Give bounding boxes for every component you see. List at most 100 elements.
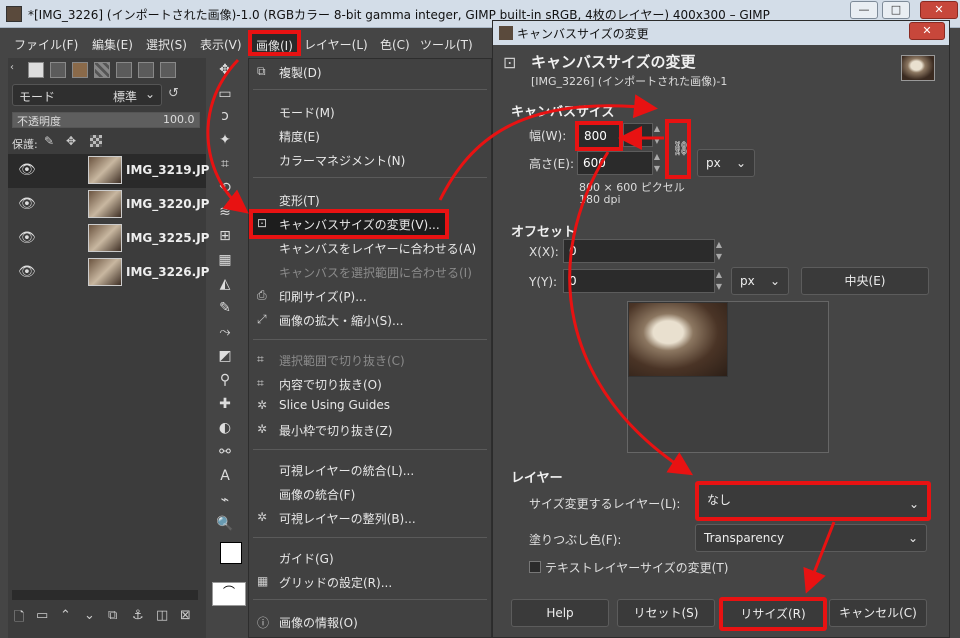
- menu-item-slice-using-guides[interactable]: ✲ Slice Using Guides: [249, 395, 491, 417]
- mode-selector[interactable]: モード 標準 ⌄: [12, 84, 162, 106]
- menu-item-canvas-size[interactable]: ⊡ キャンバスサイズの変更(V)...: [249, 209, 449, 239]
- path-tool-icon[interactable]: ⚯: [216, 444, 234, 460]
- dodge-tool-icon[interactable]: ◐: [216, 420, 234, 436]
- crop-tool-icon[interactable]: ⌗: [216, 156, 234, 172]
- layers-tab-icon[interactable]: [28, 62, 44, 78]
- menu-item-scale-image[interactable]: ⤢ 画像の拡大・縮小(S)...: [249, 309, 491, 331]
- paintbrush-tool-icon[interactable]: ✎: [216, 300, 234, 316]
- menu-item-image-properties[interactable]: ⓘ 画像の情報(O): [249, 611, 491, 633]
- undo-history-tab-icon[interactable]: [116, 62, 132, 78]
- menu-layer[interactable]: レイヤー(L): [304, 36, 368, 53]
- menu-item-fit-canvas-to-layers[interactable]: キャンバスをレイヤーに合わせる(A): [249, 237, 491, 259]
- layers-scrollbar[interactable]: [12, 590, 198, 600]
- rect-select-tool-icon[interactable]: ▭: [216, 86, 234, 102]
- lasso-tool-icon[interactable]: ↄ: [216, 108, 234, 124]
- images-tab-icon[interactable]: [72, 62, 88, 78]
- height-spinner[interactable]: ▲ ▼: [651, 151, 663, 175]
- layer-row[interactable]: 👁 IMG_3226.JPG: [8, 256, 219, 290]
- blend-tool-icon[interactable]: ◩: [216, 348, 234, 364]
- menu-item-crop-to-content[interactable]: ⌗ 内容で切り抜き(O): [249, 373, 491, 395]
- menu-item-print-size[interactable]: ⎙ 印刷サイズ(P)...: [249, 285, 491, 307]
- smudge-tool-icon[interactable]: ⤳: [216, 324, 234, 340]
- menu-edit[interactable]: 編集(E): [92, 36, 133, 53]
- warp-tool-icon[interactable]: ≋: [216, 204, 234, 220]
- color-picker-tool-icon[interactable]: ⌁: [216, 492, 234, 508]
- heal-tool-icon[interactable]: ✚: [216, 396, 234, 412]
- foreground-color-swatch[interactable]: [220, 542, 242, 564]
- menu-tools[interactable]: ツール(T): [420, 36, 473, 53]
- reset-mode-icon[interactable]: ↺: [168, 86, 179, 101]
- layer-row[interactable]: 👁 IMG_3219.JPG: [8, 154, 219, 188]
- menu-select[interactable]: 選択(S): [146, 36, 187, 53]
- resize-text-layers-checkbox[interactable]: [529, 561, 541, 573]
- eye-icon[interactable]: 👁: [18, 264, 38, 280]
- width-input[interactable]: 800: [575, 121, 623, 151]
- menu-image[interactable]: 画像(I): [248, 30, 301, 56]
- lock-alpha-icon[interactable]: [90, 135, 102, 147]
- offset-y-input[interactable]: 0: [563, 269, 715, 293]
- layer-row[interactable]: 👁 IMG_3225.JPG: [8, 222, 219, 256]
- chevron-left-icon[interactable]: ‹: [10, 62, 26, 78]
- menu-view[interactable]: 表示(V): [200, 36, 242, 53]
- canvas-unit-select[interactable]: px ⌄: [697, 149, 755, 177]
- maximize-button[interactable]: □: [882, 1, 910, 19]
- resize-layers-select[interactable]: なし ⌄: [695, 481, 931, 521]
- anchor-icon[interactable]: ⚓: [132, 608, 144, 623]
- width-spinner[interactable]: ▲ ▼: [651, 123, 663, 147]
- device-status-tab-icon[interactable]: [160, 62, 176, 78]
- menu-item-transform[interactable]: 変形(T): [249, 189, 491, 211]
- lock-pixels-icon[interactable]: ✎: [44, 134, 54, 148]
- layer-row[interactable]: 👁 IMG_3220.JPG: [8, 188, 219, 222]
- menu-item-merge-visible[interactable]: 可視レイヤーの統合(L)...: [249, 459, 491, 481]
- text-tool-icon[interactable]: A: [216, 468, 234, 484]
- new-layer-icon[interactable]: 🗋: [14, 608, 24, 630]
- offset-x-spinner[interactable]: ▲ ▼: [713, 239, 725, 263]
- chain-link-button[interactable]: ⛓: [665, 119, 691, 179]
- fuzzy-select-tool-icon[interactable]: ✦: [216, 132, 234, 148]
- menu-item-mode[interactable]: モード(M): [249, 101, 491, 123]
- menu-item-flatten[interactable]: 画像の統合(F): [249, 483, 491, 505]
- eye-icon[interactable]: 👁: [18, 162, 38, 178]
- eye-icon[interactable]: 👁: [18, 230, 38, 246]
- delete-layer-icon[interactable]: ⊠: [180, 608, 191, 623]
- new-group-icon[interactable]: ▭: [36, 608, 48, 623]
- fill-color-select[interactable]: Transparency ⌄: [695, 524, 927, 552]
- menu-colors[interactable]: 色(C): [380, 36, 410, 53]
- zoom-tool-icon[interactable]: 🔍: [216, 516, 234, 532]
- lock-position-icon[interactable]: ✥: [66, 134, 76, 148]
- cage-tool-icon[interactable]: ⊞: [216, 228, 234, 244]
- bucket-fill-tool-icon[interactable]: ◭: [216, 276, 234, 292]
- eye-icon[interactable]: 👁: [18, 196, 38, 212]
- clone-tool-icon[interactable]: ⚲: [216, 372, 234, 388]
- reset-button[interactable]: リセット(S): [617, 599, 715, 627]
- menu-item-configure-grid[interactable]: ▦ グリッドの設定(R)...: [249, 571, 491, 593]
- channels-tab-icon[interactable]: [50, 62, 66, 78]
- brush-preview-icon[interactable]: ⌒: [212, 582, 246, 606]
- height-input[interactable]: 600: [577, 151, 653, 175]
- resize-button[interactable]: リサイズ(R): [719, 597, 827, 631]
- menu-item-align-visible[interactable]: ✲ 可視レイヤーの整列(B)...: [249, 507, 491, 529]
- offset-unit-select[interactable]: px ⌄: [731, 267, 789, 295]
- offset-y-spinner[interactable]: ▲ ▼: [713, 269, 725, 293]
- dialog-close-button[interactable]: ✕: [909, 22, 945, 40]
- menu-file[interactable]: ファイル(F): [14, 36, 78, 53]
- menu-item-guides[interactable]: ガイド(G): [249, 547, 491, 569]
- offset-x-input[interactable]: 0: [563, 239, 715, 263]
- width-input-tail[interactable]: [623, 123, 653, 147]
- pattern-tab-icon[interactable]: [94, 62, 110, 78]
- opacity-slider[interactable]: 不透明度 100.0: [12, 112, 200, 128]
- menu-item-precision[interactable]: 精度(E): [249, 125, 491, 147]
- raise-layer-icon[interactable]: ⌃: [60, 608, 71, 623]
- move-tool-icon[interactable]: ✥: [216, 62, 234, 78]
- menu-item-fit-canvas-to-selection[interactable]: キャンバスを選択範囲に合わせる(I): [249, 261, 491, 283]
- close-button[interactable]: ✕: [920, 1, 958, 19]
- help-button[interactable]: Help: [511, 599, 609, 627]
- mask-icon[interactable]: ◫: [156, 608, 168, 623]
- center-button[interactable]: 中央(E): [801, 267, 929, 295]
- menu-item-duplicate[interactable]: ⧉ 複製(D): [249, 61, 491, 83]
- duplicate-layer-icon[interactable]: ⧉: [108, 608, 117, 623]
- menu-item-crop-to-selection[interactable]: ⌗ 選択範囲で切り抜き(C): [249, 349, 491, 371]
- lower-layer-icon[interactable]: ⌄: [84, 608, 95, 623]
- grid-tool-icon[interactable]: ▦: [216, 252, 234, 268]
- menu-item-color-management[interactable]: カラーマネジメント(N): [249, 149, 491, 171]
